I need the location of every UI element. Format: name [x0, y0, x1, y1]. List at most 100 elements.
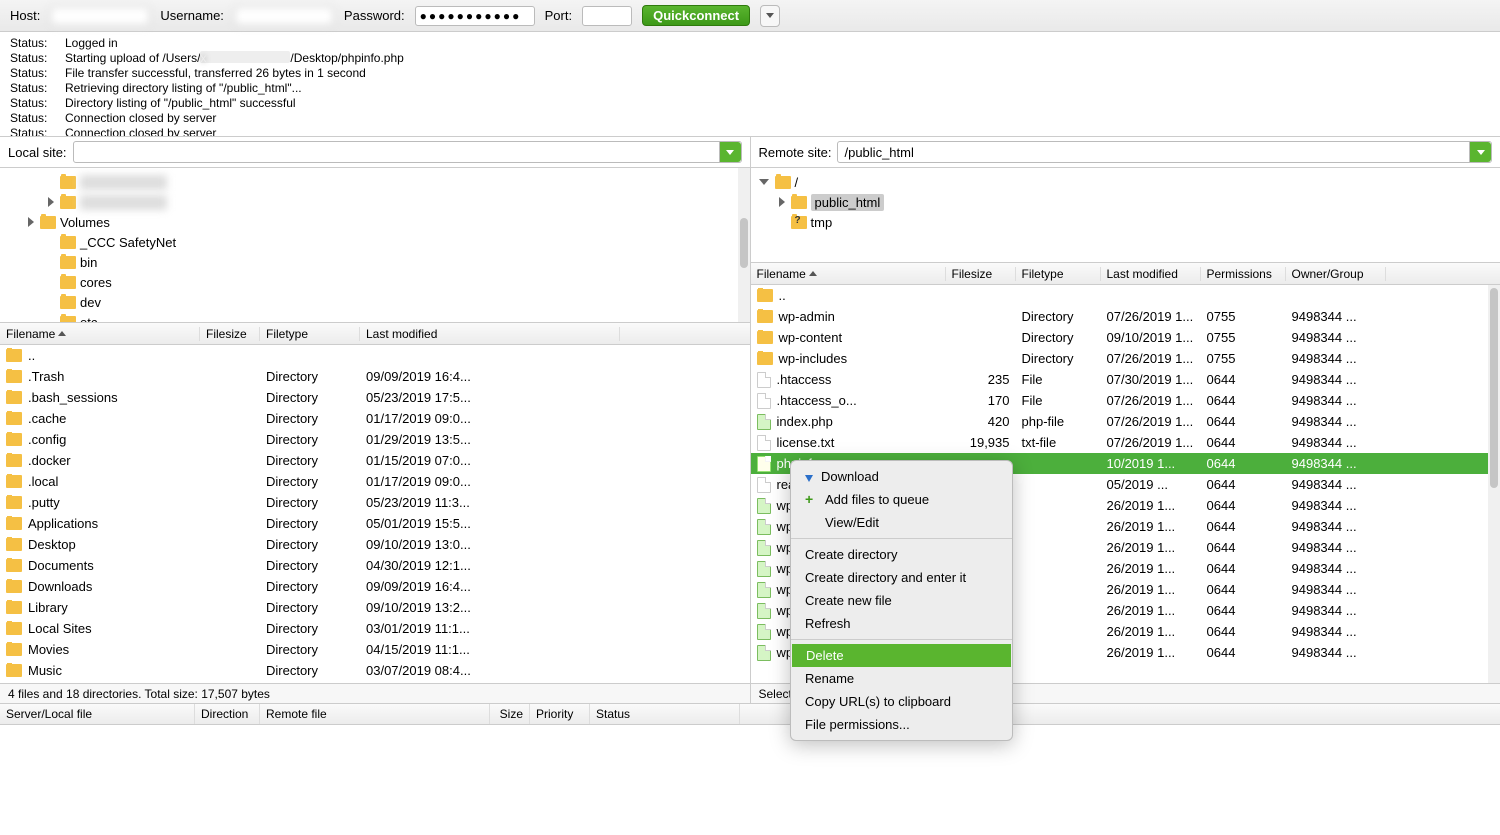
- local-header-modified[interactable]: Last modified: [360, 327, 620, 341]
- disclosure-right-icon[interactable]: [779, 197, 785, 207]
- file-row[interactable]: .cacheDirectory01/17/2019 09:0...: [0, 408, 750, 429]
- file-row[interactable]: DesktopDirectory09/10/2019 13:0...: [0, 534, 750, 555]
- folder-icon: [757, 352, 773, 365]
- menu-copy-url[interactable]: Copy URL(s) to clipboard: [791, 690, 1012, 713]
- file-row[interactable]: DownloadsDirectory09/09/2019 16:4...: [0, 576, 750, 597]
- queue-header-size[interactable]: Size: [490, 704, 530, 724]
- file-row[interactable]: wp-adminDirectory07/26/2019 1...07559498…: [751, 306, 1500, 327]
- queue-header-priority[interactable]: Priority: [530, 704, 590, 724]
- disclosure-right-icon[interactable]: [28, 217, 34, 227]
- file-type: File: [1016, 372, 1101, 387]
- file-row[interactable]: DocumentsDirectory04/30/2019 12:1...: [0, 555, 750, 576]
- file-row[interactable]: ApplicationsDirectory05/01/2019 15:5...: [0, 513, 750, 534]
- connection-toolbar: Host: Username: Password: Port: Quickcon…: [0, 0, 1500, 32]
- local-site-dropdown[interactable]: [719, 142, 741, 162]
- local-site-input[interactable]: [74, 142, 244, 162]
- queue-header-server[interactable]: Server/Local file: [0, 704, 195, 724]
- queue-header-direction[interactable]: Direction: [195, 704, 260, 724]
- tree-item[interactable]: _CCC SafetyNet: [0, 232, 750, 252]
- tree-item[interactable]: tmp: [751, 212, 1500, 232]
- file-row[interactable]: .htaccess_o...170File07/26/2019 1...0644…: [751, 390, 1500, 411]
- tree-item[interactable]: etc: [0, 312, 750, 323]
- folder-icon: [40, 216, 56, 229]
- menu-refresh[interactable]: Refresh: [791, 612, 1012, 635]
- php-file-icon: [757, 414, 771, 430]
- remote-tree[interactable]: / public_htmltmp: [751, 168, 1500, 263]
- file-modified: 26/2019 1...: [1101, 624, 1201, 639]
- disclosure-right-icon[interactable]: [48, 197, 54, 207]
- menu-create-directory[interactable]: Create directory: [791, 543, 1012, 566]
- file-row[interactable]: LibraryDirectory09/10/2019 13:2...: [0, 597, 750, 618]
- tree-item[interactable]: x: [0, 172, 750, 192]
- tree-item-label: public_html: [811, 195, 885, 210]
- menu-file-permissions[interactable]: File permissions...: [791, 713, 1012, 736]
- file-row[interactable]: wp-contentDirectory09/10/2019 1...075594…: [751, 327, 1500, 348]
- disclosure-down-icon[interactable]: [759, 179, 769, 185]
- username-input[interactable]: [234, 6, 334, 26]
- file-row[interactable]: .dockerDirectory01/15/2019 07:0...: [0, 450, 750, 471]
- file-row[interactable]: .puttyDirectory05/23/2019 11:3...: [0, 492, 750, 513]
- file-owner: 9498344 ...: [1286, 540, 1386, 555]
- file-permissions: 0644: [1201, 435, 1286, 450]
- file-row[interactable]: .localDirectory01/17/2019 09:0...: [0, 471, 750, 492]
- password-input[interactable]: [415, 6, 535, 26]
- local-header-type[interactable]: Filetype: [260, 327, 360, 341]
- file-row[interactable]: ..: [751, 285, 1500, 306]
- file-name: Library: [28, 600, 68, 615]
- remote-header-filename[interactable]: Filename: [751, 267, 946, 281]
- file-row[interactable]: wp-includesDirectory07/26/2019 1...07559…: [751, 348, 1500, 369]
- file-row[interactable]: .configDirectory01/29/2019 13:5...: [0, 429, 750, 450]
- file-row[interactable]: Local SitesDirectory03/01/2019 11:1...: [0, 618, 750, 639]
- local-tree[interactable]: xxVolumes_CCC SafetyNetbincoresdevetc: [0, 168, 750, 323]
- queue-header-remote[interactable]: Remote file: [260, 704, 490, 724]
- tree-item[interactable]: public_html: [751, 192, 1500, 212]
- menu-rename[interactable]: Rename: [791, 667, 1012, 690]
- file-modified: 03/01/2019 11:1...: [360, 621, 620, 636]
- file-row[interactable]: MoviesDirectory04/15/2019 11:1...: [0, 639, 750, 660]
- file-row[interactable]: ..: [0, 345, 750, 366]
- file-row[interactable]: .bash_sessionsDirectory05/23/2019 17:5..…: [0, 387, 750, 408]
- remote-site-dropdown[interactable]: [1469, 142, 1491, 162]
- port-input[interactable]: [582, 6, 632, 26]
- file-row[interactable]: index.php420php-file07/26/2019 1...06449…: [751, 411, 1500, 432]
- local-file-list[interactable]: ...TrashDirectory09/09/2019 16:4....bash…: [0, 345, 750, 683]
- remote-site-combo[interactable]: [837, 141, 1492, 163]
- file-row[interactable]: MusicDirectory03/07/2019 08:4...: [0, 660, 750, 681]
- menu-add-to-queue[interactable]: +Add files to queue: [791, 488, 1012, 511]
- file-modified: 01/17/2019 09:0...: [360, 474, 620, 489]
- tree-item[interactable]: dev: [0, 292, 750, 312]
- remote-header-modified[interactable]: Last modified: [1101, 267, 1201, 281]
- menu-create-directory-enter[interactable]: Create directory and enter it: [791, 566, 1012, 589]
- file-name: .local: [28, 474, 58, 489]
- remote-header-type[interactable]: Filetype: [1016, 267, 1101, 281]
- file-owner: 9498344 ...: [1286, 645, 1386, 660]
- quickconnect-dropdown[interactable]: [760, 5, 780, 27]
- remote-header-permissions[interactable]: Permissions: [1201, 267, 1286, 281]
- local-header-filename[interactable]: Filename: [0, 327, 200, 341]
- file-modified: 26/2019 1...: [1101, 540, 1201, 555]
- host-input[interactable]: [50, 6, 150, 26]
- remote-header-owner[interactable]: Owner/Group: [1286, 267, 1386, 281]
- file-owner: 9498344 ...: [1286, 393, 1386, 408]
- remote-header-size[interactable]: Filesize: [946, 267, 1016, 281]
- tree-item[interactable]: bin: [0, 252, 750, 272]
- quickconnect-button[interactable]: Quickconnect: [642, 5, 750, 26]
- menu-create-file[interactable]: Create new file: [791, 589, 1012, 612]
- menu-view-edit[interactable]: View/Edit: [791, 511, 1012, 534]
- file-type: Directory: [1016, 309, 1101, 324]
- tree-item[interactable]: Volumes: [0, 212, 750, 232]
- file-type: Directory: [260, 621, 360, 636]
- queue-header-status[interactable]: Status: [590, 704, 740, 724]
- local-header-size[interactable]: Filesize: [200, 327, 260, 341]
- file-row[interactable]: .TrashDirectory09/09/2019 16:4...: [0, 366, 750, 387]
- menu-delete[interactable]: Delete: [792, 644, 1011, 667]
- remote-site-input[interactable]: [838, 142, 1469, 162]
- tree-item[interactable]: x: [0, 192, 750, 212]
- php-file-icon: [757, 519, 771, 535]
- file-row[interactable]: license.txt19,935txt-file07/26/2019 1...…: [751, 432, 1500, 453]
- menu-download[interactable]: Download: [791, 465, 1012, 488]
- file-row[interactable]: .htaccess235File07/30/2019 1...064494983…: [751, 369, 1500, 390]
- tree-item[interactable]: cores: [0, 272, 750, 292]
- local-site-combo[interactable]: [73, 141, 742, 163]
- tree-item[interactable]: /: [751, 172, 1500, 192]
